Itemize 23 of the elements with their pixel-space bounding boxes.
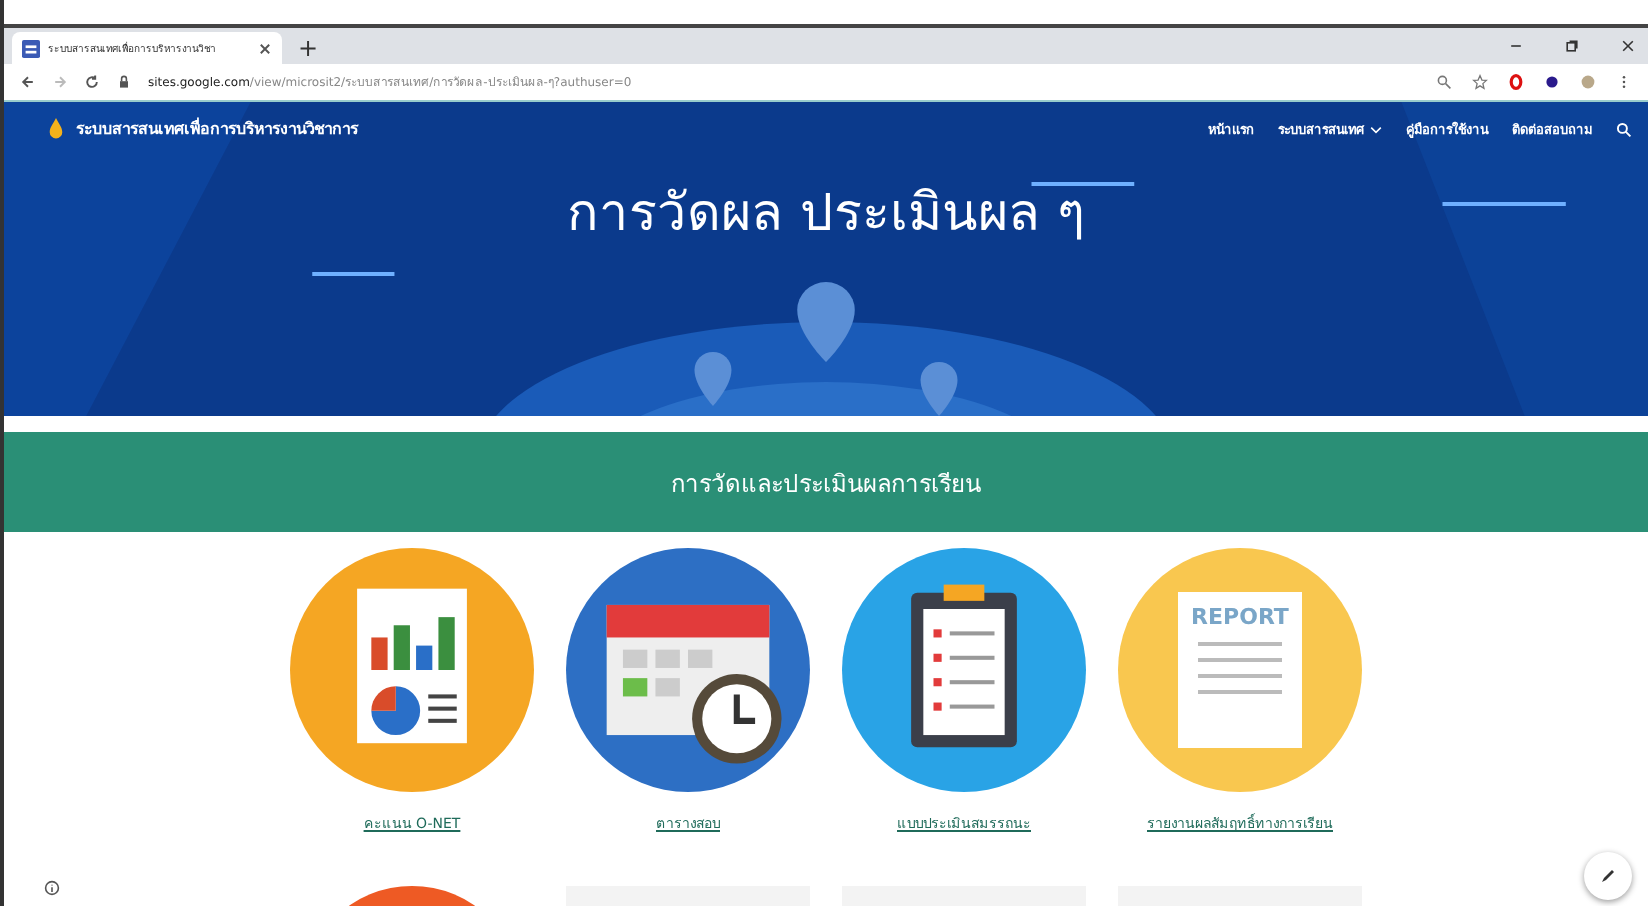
ring-icon[interactable] xyxy=(1508,74,1524,90)
search-icon[interactable] xyxy=(1616,121,1632,137)
section-title: การวัดและประเมินผลการเรียน xyxy=(671,467,981,501)
site-favicon-icon xyxy=(22,39,40,57)
pencil-icon xyxy=(1598,866,1618,886)
restore-icon[interactable] xyxy=(1564,38,1580,54)
new-tab-button[interactable]: + xyxy=(298,32,319,64)
reload-icon[interactable] xyxy=(84,74,100,90)
star-icon[interactable] xyxy=(1472,74,1488,90)
report-chart-icon[interactable] xyxy=(290,548,534,792)
lock-icon xyxy=(116,74,132,90)
edit-button[interactable] xyxy=(1584,852,1632,900)
calendar-clock-icon[interactable] xyxy=(566,548,810,792)
chevron-down-icon[interactable] xyxy=(1370,125,1382,133)
info-icon[interactable] xyxy=(44,880,60,896)
dot-icon[interactable] xyxy=(1544,74,1560,90)
clipboard-icon[interactable] xyxy=(842,548,1086,792)
close-icon[interactable] xyxy=(1620,38,1636,54)
zoom-icon[interactable] xyxy=(1436,74,1452,90)
site-title[interactable]: ระบบสารสนเทศเพื่อการบริหารงานวิชาการ xyxy=(76,116,358,142)
back-icon[interactable] xyxy=(20,74,36,90)
close-icon[interactable] xyxy=(258,41,272,55)
page-title: การวัดผล ประเมินผล ๆ xyxy=(565,182,1087,248)
